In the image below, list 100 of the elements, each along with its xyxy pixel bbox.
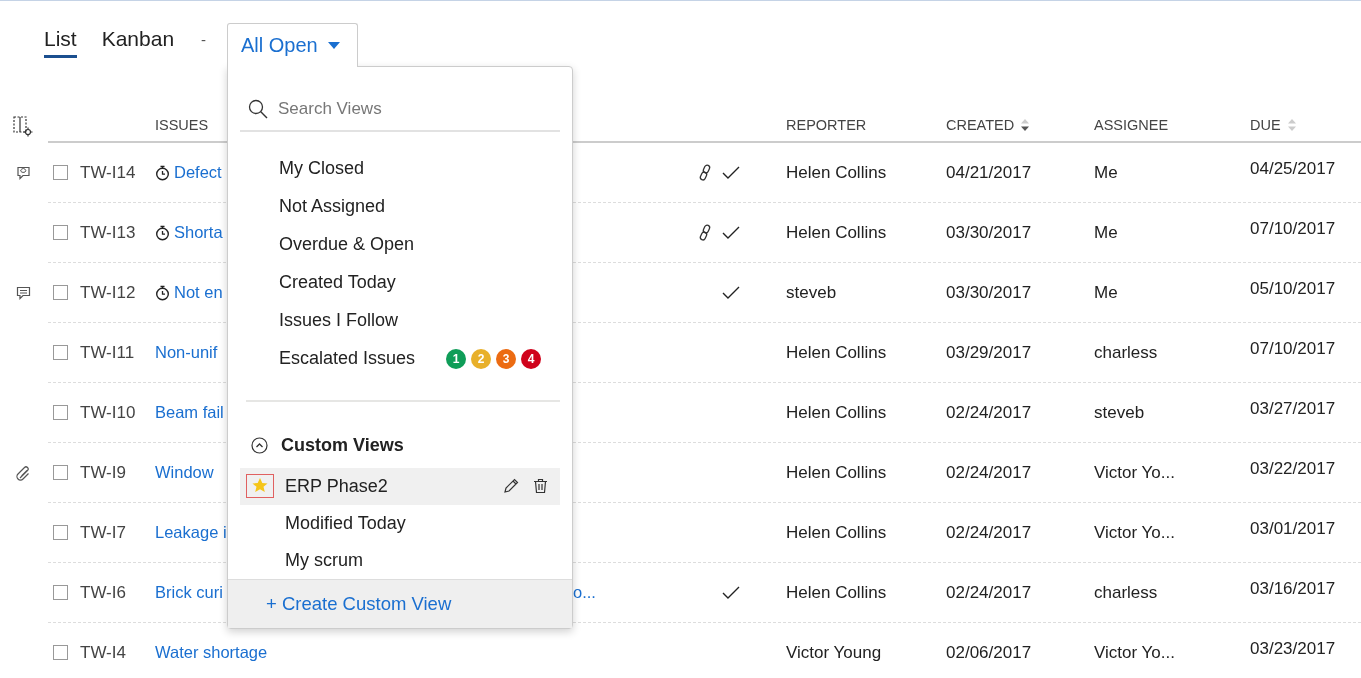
assignee-cell: steveb xyxy=(1094,402,1145,423)
reporter-cell: Helen Collins xyxy=(786,222,887,243)
issue-id: TW-I11 xyxy=(80,342,136,363)
edit-icon[interactable] xyxy=(503,478,519,495)
assignee-cell: Me xyxy=(1094,282,1118,303)
row-checkbox[interactable] xyxy=(53,225,68,240)
issue-title-link[interactable]: Defect xyxy=(174,163,222,182)
escalation-level-badge: 3 xyxy=(496,348,517,369)
issue-title-link[interactable]: Beam fail xyxy=(155,403,224,422)
created-date-cell: 02/24/2017 xyxy=(946,522,1032,543)
issue-title-link[interactable]: Shorta xyxy=(174,223,223,242)
sortable-column-header[interactable]: CREATED xyxy=(946,116,1031,133)
issue-id: TW-I13 xyxy=(80,222,137,243)
issue-title-link[interactable]: Water shortage xyxy=(155,643,268,662)
due-date-cell: 07/10/2017 xyxy=(1250,218,1336,239)
paperclip-icon[interactable] xyxy=(15,465,31,481)
link-icon[interactable] xyxy=(698,224,712,241)
created-date-cell: 03/30/2017 xyxy=(946,282,1032,303)
issue-id: TW-I12 xyxy=(80,282,137,303)
custom-view-item[interactable]: ERP Phase2 xyxy=(240,468,560,505)
column-header: ASSIGNEE xyxy=(1094,116,1169,133)
reporter-cell: Helen Collins xyxy=(786,342,887,363)
assignee-cell: Me xyxy=(1094,162,1118,183)
issue-title-link[interactable]: Leakage i xyxy=(155,523,227,542)
escalation-level-badge: 2 xyxy=(471,348,492,369)
row-checkbox[interactable] xyxy=(53,585,68,600)
due-date-cell: 04/25/2017 xyxy=(1250,158,1336,179)
due-date-cell: 03/16/2017 xyxy=(1250,578,1336,599)
custom-view-item[interactable]: Modified Today xyxy=(240,504,560,542)
issue-id: TW-I6 xyxy=(80,582,127,603)
view-tab[interactable]: List xyxy=(44,18,77,58)
created-date-cell: 03/29/2017 xyxy=(946,342,1032,363)
search-icon xyxy=(248,99,268,120)
issue-id: TW-I4 xyxy=(80,642,127,663)
link-icon[interactable] xyxy=(698,164,712,181)
issue-title-link[interactable]: o... xyxy=(573,583,596,601)
view-item[interactable]: Created Today xyxy=(279,272,396,294)
view-item[interactable]: Escalated Issues xyxy=(279,348,416,370)
issue-title-link[interactable]: Non-unif xyxy=(155,343,218,362)
issue-id: TW-I7 xyxy=(80,522,127,543)
assignee-cell: charless xyxy=(1094,582,1158,603)
view-picker[interactable]: All Open xyxy=(227,23,358,67)
reporter-cell: Victor Young xyxy=(786,642,882,663)
issue-id: TW-I14 xyxy=(80,162,137,183)
row-checkbox[interactable] xyxy=(53,405,68,420)
issue-title-link[interactable]: Brick curi xyxy=(155,583,223,602)
due-date-cell: 05/10/2017 xyxy=(1250,278,1336,299)
sort-icon[interactable] xyxy=(1020,117,1031,132)
escalation-level-badge: 1 xyxy=(446,348,467,369)
row-checkbox[interactable] xyxy=(53,645,68,660)
escalation-level-badge: 4 xyxy=(521,348,542,369)
reporter-cell: Helen Collins xyxy=(786,582,887,603)
due-date-cell: 03/27/2017 xyxy=(1250,398,1336,419)
reporter-cell: Helen Collins xyxy=(786,522,887,543)
separator: - xyxy=(201,30,207,48)
custom-view-item[interactable]: My scrum xyxy=(240,541,560,579)
row-checkbox[interactable] xyxy=(53,285,68,300)
created-date-cell: 02/06/2017 xyxy=(946,642,1032,663)
assignee-cell: Victor Yo... xyxy=(1094,462,1175,483)
created-date-cell: 03/30/2017 xyxy=(946,222,1032,243)
issue-title-link[interactable]: Window xyxy=(155,463,214,482)
reporter-cell: steveb xyxy=(786,282,837,303)
due-date-cell: 03/22/2017 xyxy=(1250,458,1336,479)
feedback-icon[interactable] xyxy=(15,166,31,180)
row-checkbox[interactable] xyxy=(53,465,68,480)
created-date-cell: 02/24/2017 xyxy=(946,582,1032,603)
view-tab[interactable]: Kanban xyxy=(101,18,175,58)
created-date-cell: 02/24/2017 xyxy=(946,402,1032,423)
comment-icon[interactable] xyxy=(15,286,31,300)
view-item[interactable]: My Closed xyxy=(279,158,365,180)
reporter-cell: Helen Collins xyxy=(786,162,887,183)
section-title: Custom Views xyxy=(281,434,404,456)
view-item[interactable]: Overdue & Open xyxy=(279,234,415,256)
issue-id: TW-I10 xyxy=(80,402,137,423)
assignee-cell: Victor Yo... xyxy=(1094,642,1175,663)
due-date-cell: 03/01/2017 xyxy=(1250,518,1336,539)
reporter-cell: Helen Collins xyxy=(786,402,887,423)
issue-id: TW-I9 xyxy=(80,462,127,483)
column-settings-icon[interactable] xyxy=(12,114,34,137)
due-date-cell: 07/10/2017 xyxy=(1250,338,1336,359)
assignee-cell: Victor Yo... xyxy=(1094,522,1175,543)
row-checkbox[interactable] xyxy=(53,345,68,360)
view-item[interactable]: Issues I Follow xyxy=(279,310,399,332)
column-header: ISSUES xyxy=(155,116,209,133)
sortable-column-header[interactable]: DUE xyxy=(1250,116,1297,133)
assignee-cell: Me xyxy=(1094,222,1118,243)
search-field[interactable]: Search Views xyxy=(278,95,560,124)
row-checkbox[interactable] xyxy=(53,525,68,540)
delete-icon[interactable] xyxy=(533,478,548,495)
view-item[interactable]: Not Assigned xyxy=(279,196,386,218)
assignee-cell: charless xyxy=(1094,342,1158,363)
issue-title-link[interactable]: Not en xyxy=(174,283,223,302)
collapse-icon[interactable] xyxy=(251,436,268,454)
due-date-cell: 03/23/2017 xyxy=(1250,638,1336,659)
reporter-cell: Helen Collins xyxy=(786,462,887,483)
caret-icon xyxy=(327,42,340,49)
created-date-cell: 02/24/2017 xyxy=(946,462,1032,483)
row-checkbox[interactable] xyxy=(53,165,68,180)
column-header: REPORTER xyxy=(786,116,867,133)
created-date-cell: 04/21/2017 xyxy=(946,162,1032,183)
